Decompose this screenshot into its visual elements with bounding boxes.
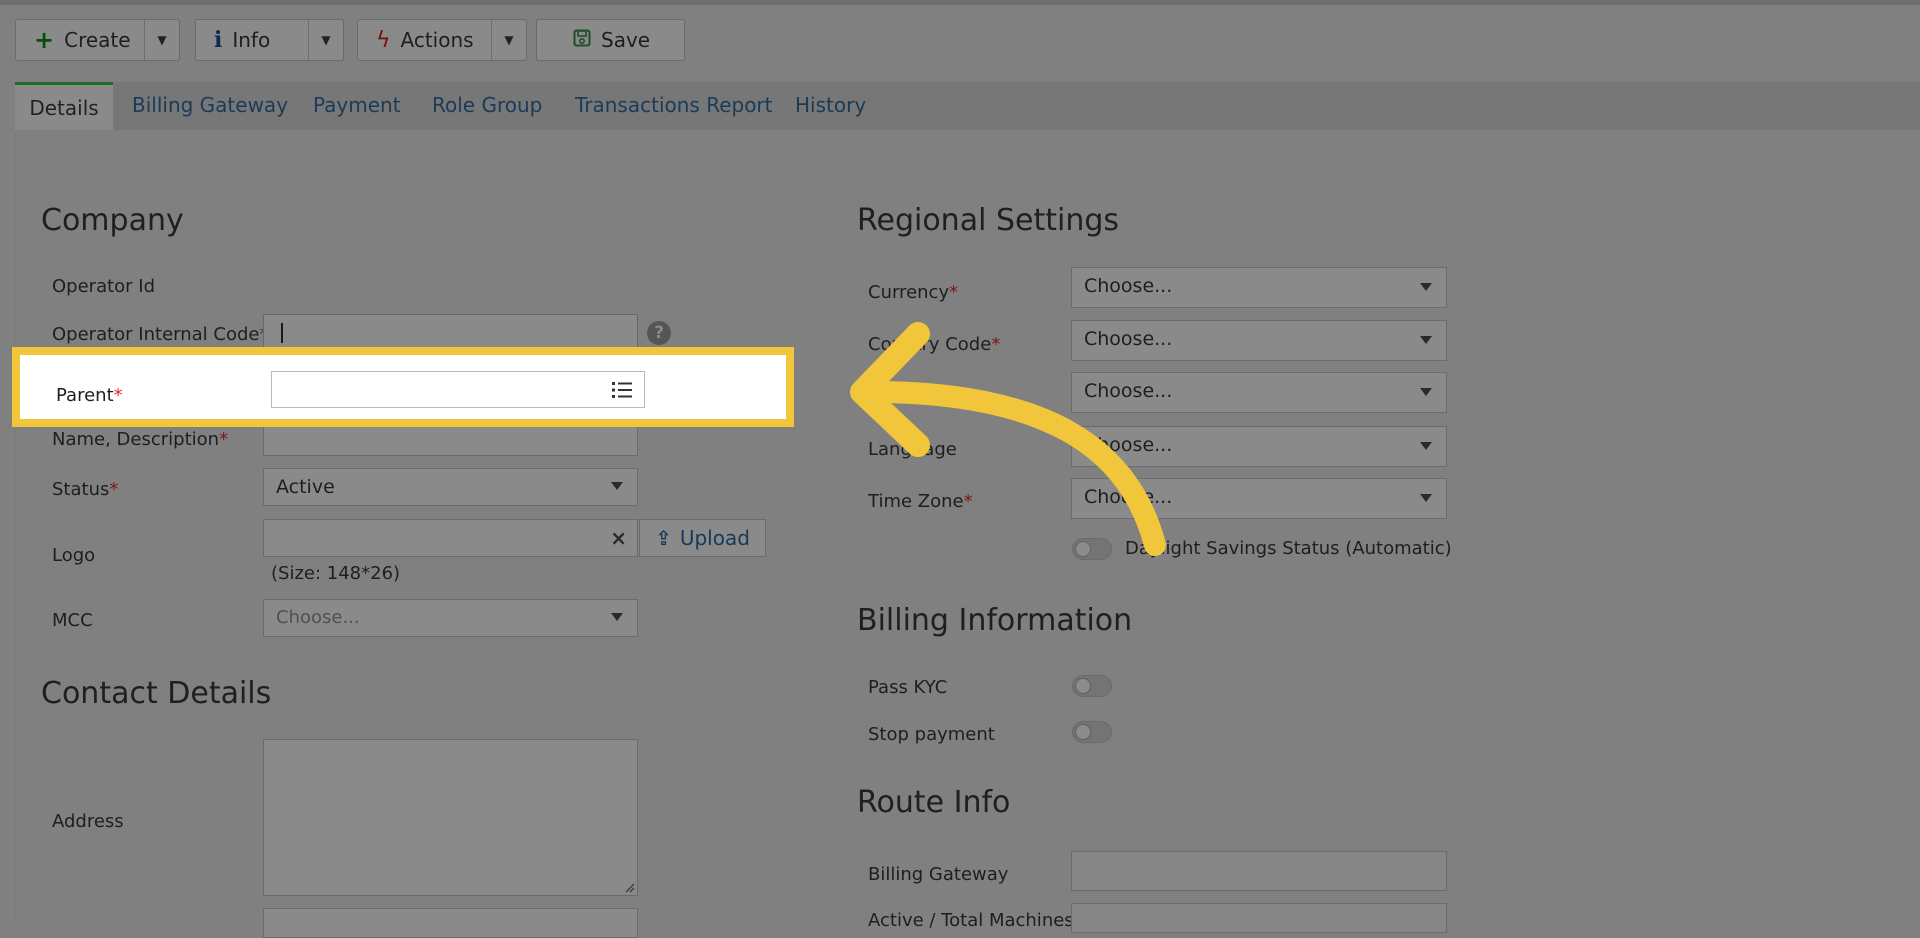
clear-icon[interactable]: × xyxy=(610,526,627,550)
billing-information-heading: Billing Information xyxy=(857,603,1133,638)
active-total-machines-label: Active / Total Machines xyxy=(868,910,1074,931)
logo-file-input[interactable]: × xyxy=(263,519,638,557)
billing-gateway-field xyxy=(1071,851,1447,891)
tab-details[interactable]: Details xyxy=(15,82,113,130)
route-info-heading: Route Info xyxy=(857,785,1011,820)
dst-toggle[interactable] xyxy=(1072,538,1112,560)
language-select[interactable]: Choose... xyxy=(1071,426,1447,467)
mcc-select[interactable]: Choose... xyxy=(263,599,638,637)
country-code-label: Country Code* xyxy=(868,334,1001,355)
upload-icon: ⇪ xyxy=(655,526,672,550)
floppy-disk-icon xyxy=(573,28,591,52)
tab-role-group[interactable]: Role Group xyxy=(432,93,542,117)
chevron-down-icon xyxy=(1420,494,1432,502)
chevron-down-icon xyxy=(611,613,623,621)
active-total-machines-field xyxy=(1071,903,1447,933)
country-code-select[interactable]: Choose... xyxy=(1071,320,1447,361)
upload-button[interactable]: ⇪ Upload xyxy=(639,519,766,557)
actions-button[interactable]: ϟ Actions ▼ xyxy=(357,19,527,61)
mcc-label: MCC xyxy=(52,610,93,631)
parent-row-highlight: Parent* xyxy=(12,347,794,427)
time-zone-label: Time Zone* xyxy=(868,491,973,512)
pass-kyc-label: Pass KYC xyxy=(868,677,948,698)
content-border xyxy=(15,130,16,923)
time-zone-select[interactable]: Choose... xyxy=(1071,478,1447,519)
name-description-label: Name, Description* xyxy=(52,429,229,450)
tab-history[interactable]: History xyxy=(795,93,866,117)
help-icon[interactable]: ? xyxy=(647,321,671,345)
chevron-down-icon[interactable]: ▼ xyxy=(144,20,179,60)
plus-icon: + xyxy=(34,26,55,54)
currency-select[interactable]: Choose... xyxy=(1071,267,1447,308)
text-cursor xyxy=(281,323,283,343)
contact-details-heading: Contact Details xyxy=(41,676,272,711)
state-select[interactable]: Choose... xyxy=(1071,372,1447,413)
dst-label: Daylight Savings Status (Automatic) xyxy=(1125,538,1452,559)
regional-settings-heading: Regional Settings xyxy=(857,203,1120,238)
parent-label: Parent* xyxy=(56,385,123,406)
billing-gateway-label: Billing Gateway xyxy=(868,864,1009,885)
parent-input[interactable] xyxy=(271,371,645,408)
pass-kyc-toggle[interactable] xyxy=(1072,675,1112,697)
contact-extra-input[interactable] xyxy=(263,908,638,938)
chevron-down-icon xyxy=(1420,388,1432,396)
chevron-down-icon xyxy=(1420,283,1432,291)
operator-id-label: Operator Id xyxy=(52,276,156,297)
chevron-down-icon xyxy=(1420,442,1432,450)
stop-payment-toggle[interactable] xyxy=(1072,721,1112,743)
address-label: Address xyxy=(52,811,124,832)
operator-internal-code-label: Operator Internal Code* xyxy=(52,324,268,345)
bolt-icon: ϟ xyxy=(376,27,391,53)
save-button[interactable]: Save xyxy=(536,19,685,61)
company-heading: Company xyxy=(41,203,184,238)
chevron-down-icon[interactable]: ▼ xyxy=(308,20,343,60)
logo-label: Logo xyxy=(52,545,96,566)
logo-size-hint: (Size: 148*26) xyxy=(271,563,401,584)
chevron-down-icon[interactable]: ▼ xyxy=(491,20,526,60)
address-textarea[interactable] xyxy=(263,739,638,896)
tab-transactions-report[interactable]: Transactions Report xyxy=(575,93,773,117)
status-label: Status* xyxy=(52,479,119,500)
state-label: State xyxy=(868,387,916,408)
top-strip xyxy=(0,0,1920,5)
resize-handle-icon[interactable] xyxy=(623,881,635,893)
tab-payment[interactable]: Payment xyxy=(313,93,401,117)
chevron-down-icon xyxy=(1420,336,1432,344)
language-label: Language xyxy=(868,439,957,460)
info-icon: i xyxy=(214,27,223,53)
info-button[interactable]: i Info ▼ xyxy=(195,19,344,61)
stop-payment-label: Stop payment xyxy=(868,724,995,745)
tab-billing-gateway[interactable]: Billing Gateway xyxy=(132,93,288,117)
tabs-bar xyxy=(15,82,1920,130)
currency-label: Currency* xyxy=(868,282,959,303)
create-button[interactable]: + Create ▼ xyxy=(15,19,180,61)
status-select[interactable]: Active xyxy=(263,468,638,506)
chevron-down-icon xyxy=(611,482,623,490)
list-icon[interactable] xyxy=(612,381,632,399)
